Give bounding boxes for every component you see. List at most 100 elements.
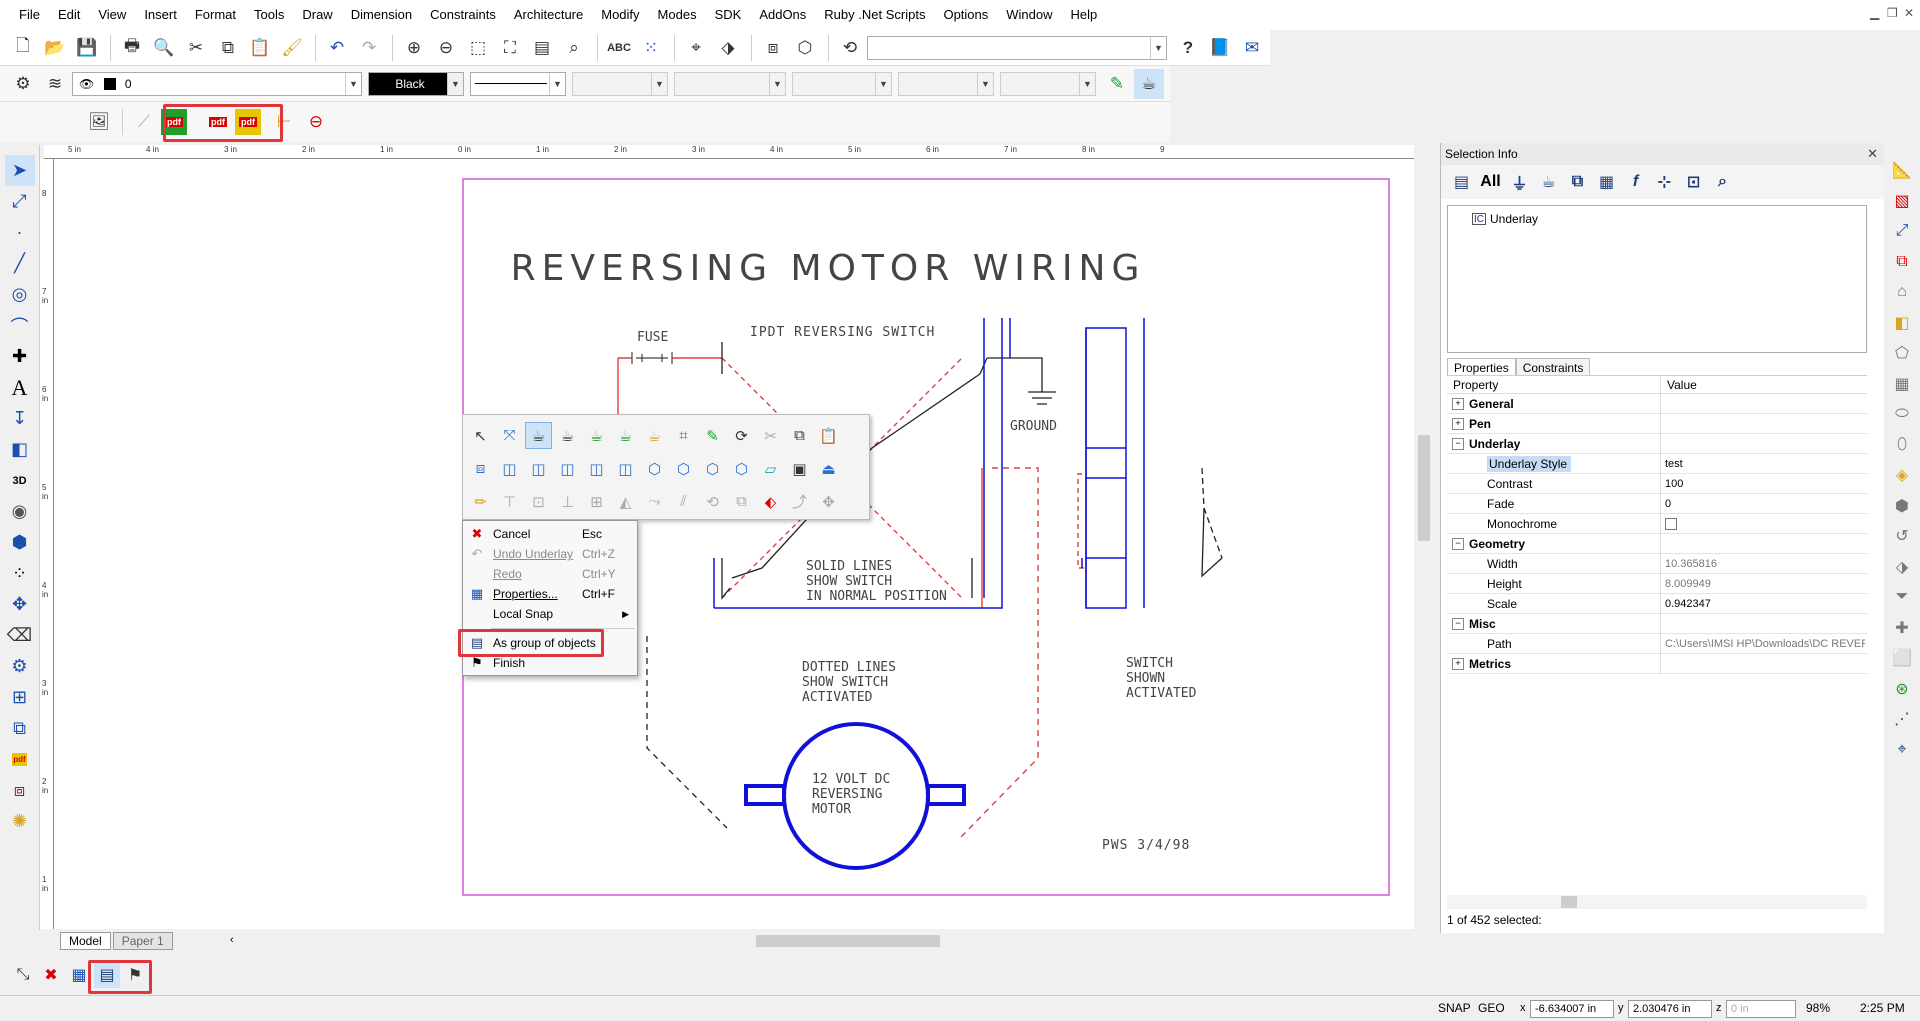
compass-icon[interactable]: ⊛ — [1887, 674, 1917, 705]
menu-item-redo[interactable]: Redo Ctrl+Y — [463, 564, 637, 584]
column-header-property[interactable]: Property — [1447, 376, 1661, 393]
menu-edit[interactable]: Edit — [49, 0, 89, 30]
minimize-icon[interactable]: ▁ — [1870, 6, 1879, 20]
menu-tools[interactable]: Tools — [245, 0, 293, 30]
cut-icon[interactable]: ✂ — [757, 422, 784, 449]
underlay-5-icon[interactable]: ☕ — [641, 422, 668, 449]
manual-book-icon[interactable]: 📘 — [1205, 33, 1235, 63]
filter-icon[interactable]: ⏚ — [1505, 169, 1534, 195]
hatch-icon[interactable]: ▧ — [1887, 186, 1917, 217]
box-4-icon[interactable]: ◫ — [583, 455, 610, 482]
prop-scale[interactable]: Scale 0.942347 — [1447, 594, 1867, 614]
canvas-horizontal-scrollbar[interactable] — [232, 932, 1414, 950]
table-icon[interactable]: ▦ — [1592, 169, 1621, 195]
function-icon[interactable]: f — [1621, 169, 1650, 195]
layer-combo[interactable]: 👁 0 ▼ — [72, 71, 362, 96]
cube-1-icon[interactable]: ⬡ — [641, 455, 668, 482]
measure-icon[interactable]: 📐 — [1887, 155, 1917, 186]
mirror-icon[interactable]: ⫽ — [670, 488, 697, 515]
restore-icon[interactable]: ❐ — [1887, 6, 1898, 20]
text-icon[interactable]: A — [5, 372, 35, 403]
menu-item-finish[interactable]: ⚑ Finish — [463, 653, 637, 673]
snap-object-icon[interactable]: ⧉ — [5, 713, 35, 744]
prop-value[interactable]: test — [1665, 454, 1865, 474]
edit-node-icon[interactable]: ⤢ — [5, 186, 35, 217]
chevron-down-icon[interactable]: ▼ — [447, 72, 463, 95]
group-geometry[interactable]: Geometry — [1447, 534, 1867, 554]
scale-icon[interactable]: ⧉ — [728, 488, 755, 515]
line-style-combo[interactable]: ▼ — [470, 71, 566, 96]
close-window-icon[interactable]: ✕ — [1904, 6, 1914, 20]
image-frame-icon[interactable]: ▣ — [786, 455, 813, 482]
underlay-2-icon[interactable]: ☕ — [554, 422, 581, 449]
menu-format[interactable]: Format — [186, 0, 245, 30]
menu-file[interactable]: File — [10, 0, 49, 30]
cube-2-icon[interactable]: ⬡ — [670, 455, 697, 482]
crop-icon[interactable]: ⌗ — [670, 422, 697, 449]
menu-modes[interactable]: Modes — [649, 0, 706, 30]
gear-tool-icon[interactable]: ⚙ — [5, 651, 35, 682]
chevron-down-icon[interactable]: ▼ — [345, 72, 361, 95]
canvas-vertical-scrollbar[interactable] — [1414, 159, 1434, 929]
arc-icon[interactable]: ⌒ — [5, 310, 35, 341]
tab-constraints[interactable]: Constraints — [1515, 358, 1591, 376]
calibrate-icon[interactable]: ⟋ — [129, 107, 159, 137]
loft-icon[interactable]: ⬯ — [1887, 430, 1917, 461]
extend-icon[interactable]: ⊡ — [525, 488, 552, 515]
underlay-panel-icon[interactable]: ☕ — [1534, 169, 1563, 195]
circle-icon[interactable]: ◎ — [5, 279, 35, 310]
command-combo[interactable]: ▼ — [867, 35, 1167, 60]
scroll-thumb[interactable] — [756, 935, 940, 947]
box-3-icon[interactable]: ◫ — [554, 455, 581, 482]
redo-icon[interactable]: ↷ — [354, 33, 384, 63]
extrude-icon[interactable]: ⬢ — [1887, 491, 1917, 522]
tab-model[interactable]: Model — [60, 932, 111, 950]
group-pen[interactable]: Pen — [1447, 414, 1867, 434]
scroll-thumb[interactable] — [1418, 435, 1430, 541]
menu-item-cancel[interactable]: ✖ Cancel Esc — [463, 524, 637, 544]
prop-value[interactable]: 0.942347 — [1665, 594, 1865, 614]
network-icon[interactable]: ⋰ — [1887, 704, 1917, 735]
panel-horizontal-scrollbar[interactable] — [1447, 895, 1867, 909]
layer-stack-icon[interactable]: ◧ — [1887, 308, 1917, 339]
color-combo[interactable]: Black ▼ — [368, 71, 464, 96]
pointer-icon[interactable]: ➤ — [4, 155, 35, 186]
menu-help[interactable]: Help — [1062, 0, 1107, 30]
revolve-icon[interactable]: ↺ — [1887, 521, 1917, 552]
menu-window[interactable]: Window — [997, 0, 1061, 30]
menu-architecture[interactable]: Architecture — [505, 0, 592, 30]
select-all-button[interactable]: All — [1476, 169, 1505, 195]
shape-icon[interactable]: ⬠ — [1887, 338, 1917, 369]
grid-icon[interactable]: ⁙ — [636, 33, 666, 63]
layers-icon[interactable]: ≋ — [40, 69, 70, 99]
3d-icon[interactable]: 3D — [5, 465, 35, 496]
format-painter-icon[interactable]: 🖌 — [277, 33, 307, 63]
as-group-icon[interactable]: ▤ — [94, 962, 120, 988]
explode-icon[interactable]: ⊞ — [583, 488, 610, 515]
close-panel-icon[interactable]: ✕ — [1867, 143, 1878, 165]
cube-4-icon[interactable]: ⬡ — [728, 455, 755, 482]
menu-item-local-snap[interactable]: Local Snap ▶ — [463, 604, 637, 624]
prop-contrast[interactable]: Contrast 100 — [1447, 474, 1867, 494]
plane-icon[interactable]: ▱ — [757, 455, 784, 482]
cube-3-icon[interactable]: ⬡ — [699, 455, 726, 482]
cut-icon[interactable]: ✂ — [181, 33, 211, 63]
image-underlay-icon[interactable]: 🖼 — [84, 107, 114, 137]
blocks-icon[interactable]: ⧉ — [1887, 247, 1917, 278]
chevron-down-icon[interactable]: ▼ — [549, 72, 565, 95]
add-icon[interactable]: ✚ — [1887, 613, 1917, 644]
group-misc[interactable]: Misc — [1447, 614, 1867, 634]
marker-icon[interactable]: ✚ — [5, 341, 35, 372]
spell-check-icon[interactable]: ABC — [604, 33, 634, 63]
prop-monochrome[interactable]: Monochrome — [1447, 514, 1867, 534]
x-coordinate-field[interactable]: -6.634007 in — [1530, 1000, 1614, 1018]
select-tool-icon[interactable]: ⬗ — [713, 33, 743, 63]
print-preview-icon[interactable]: 🔍 — [149, 33, 179, 63]
select-arrow-icon[interactable]: ↖ — [467, 422, 494, 449]
properties-icon[interactable]: ▤ — [1447, 169, 1476, 195]
trim-icon[interactable]: ⊤ — [496, 488, 523, 515]
snap-indicator[interactable]: SNAP — [1438, 1001, 1471, 1015]
pen-edit-icon[interactable]: ✎ — [699, 422, 726, 449]
trace-icon[interactable]: ⊢ — [269, 107, 299, 137]
table-tool-icon[interactable]: ▦ — [1887, 369, 1917, 400]
